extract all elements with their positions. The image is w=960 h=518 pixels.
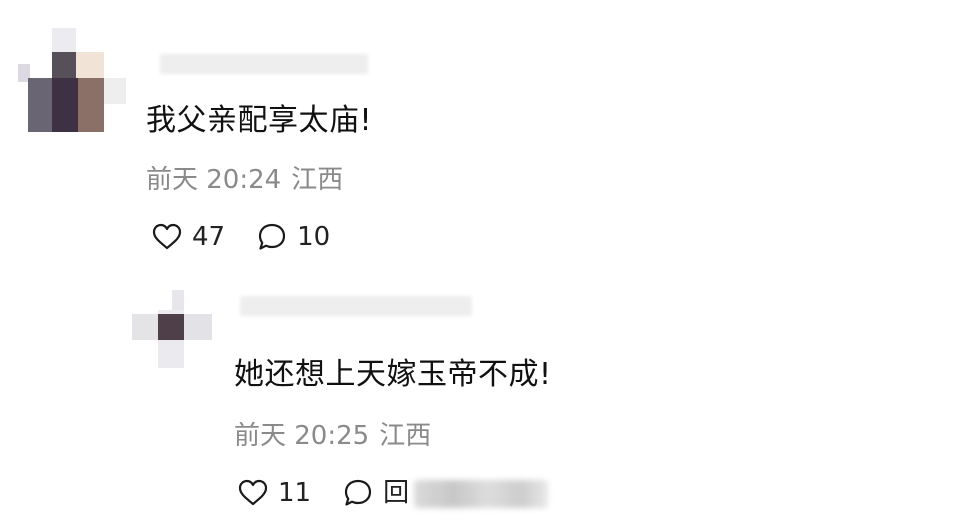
reply-button[interactable]: 10 <box>255 220 330 254</box>
reply-count: 10 <box>297 222 331 252</box>
avatar-pixel <box>172 290 184 310</box>
reply-location: 江西 <box>379 421 432 451</box>
reply-actions: 11 回 <box>236 476 439 510</box>
avatar-pixel <box>52 52 76 78</box>
avatar-pixel <box>78 78 104 132</box>
avatar[interactable] <box>18 28 130 132</box>
avatar-pixel <box>158 340 184 368</box>
like-count: 11 <box>278 478 312 508</box>
like-button[interactable]: 47 <box>150 220 225 254</box>
avatar-pixel <box>158 314 184 340</box>
comment-meta: 前天 20:24 江西 <box>146 164 353 196</box>
speech-bubble-outline-icon <box>255 220 289 254</box>
speech-bubble-outline-icon <box>341 476 375 510</box>
username-blurred[interactable] <box>160 54 368 74</box>
username-blurred[interactable] <box>240 296 472 316</box>
avatar-pixel <box>52 28 76 52</box>
like-button[interactable]: 11 <box>236 476 311 510</box>
reply-meta: 前天 20:25 江西 <box>234 420 441 452</box>
reply-button[interactable]: 回 <box>341 476 409 510</box>
reply-label: 回 <box>383 478 410 508</box>
avatar-pixel <box>52 78 78 132</box>
like-count: 47 <box>192 222 226 252</box>
comment-actions: 47 10 <box>150 220 360 254</box>
reply-text: 她还想上天嫁玉帝不成! <box>234 357 552 392</box>
avatar[interactable] <box>132 290 214 372</box>
avatar-pixel <box>76 52 104 78</box>
avatar-pixel <box>104 78 126 104</box>
heart-outline-icon <box>150 220 184 254</box>
comment-time: 前天 20:24 <box>146 165 282 195</box>
reply-time: 前天 20:25 <box>234 421 370 451</box>
avatar-pixel <box>184 314 212 340</box>
blurred-watermark <box>414 480 548 508</box>
avatar-pixel <box>28 78 52 132</box>
heart-outline-icon <box>236 476 270 510</box>
comment-text: 我父亲配享太庙! <box>146 103 373 138</box>
avatar-pixel <box>132 314 158 340</box>
comment-location: 江西 <box>291 165 344 195</box>
